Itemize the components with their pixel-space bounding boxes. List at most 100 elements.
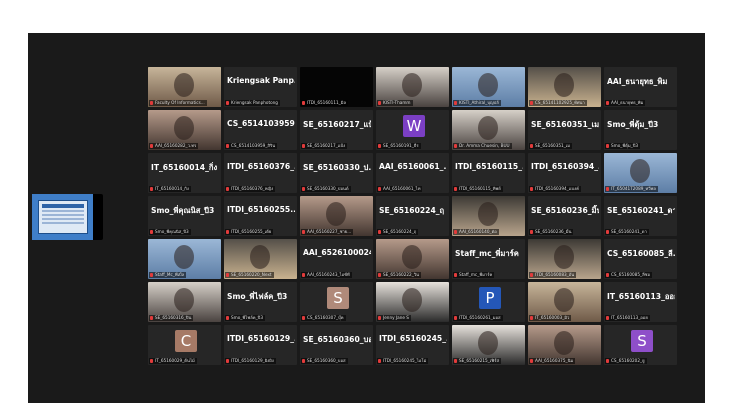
participant-tile[interactable]: IT_65160014_กิ่ง IT_65160014_กิ่ง — [148, 153, 221, 193]
participant-tile[interactable]: IT_65041T2089_ทวีพล — [604, 153, 677, 193]
muted-mic-icon — [150, 100, 153, 105]
participant-tile[interactable]: S CS_65160202_ยู — [604, 325, 677, 365]
participant-name-label: AAI_ธนายุทธ_พิม — [605, 100, 646, 106]
participant-display-name: Smo_พี่ตุ้ม_ปี3 — [607, 120, 659, 129]
participant-name-label: ITDI_65160083_อัน — [529, 272, 577, 278]
participant-display-name: Staff_mc_พี่มาร์ค — [455, 249, 519, 258]
participant-tile[interactable]: AAI_65160227_ชาย... — [300, 196, 373, 236]
participant-name-label: SE_65160220_Next — [225, 272, 274, 278]
participant-tile[interactable]: Faculty Of Informatics... — [148, 67, 221, 107]
muted-mic-icon — [454, 315, 457, 320]
participant-tile[interactable]: IT_65160113_ออย IT_65160113_ออย — [604, 282, 677, 322]
muted-mic-icon — [226, 229, 229, 234]
participant-tile[interactable]: ITDI_65160376_... ITDI_65160376_หญิง — [224, 153, 297, 193]
participant-label-text: SE_65160215_เฟิร์ส — [459, 358, 500, 363]
participant-tile[interactable]: W SE_65160191_ธีร — [376, 110, 449, 150]
participant-tile[interactable]: AAI_6526100024... AAI_65160243_ไอซ์ที — [300, 239, 373, 279]
muted-mic-icon — [378, 186, 381, 191]
participant-name-label: IT_65041T2089_ทวีพล — [605, 186, 658, 192]
participant-tile[interactable]: SE_65160360_บอส SE_65160360_บอส — [300, 325, 373, 365]
participant-tile[interactable]: Smo_พี่คุณนิส_ปี3 Smo_พี่คุณนิส_ปี3 — [148, 196, 221, 236]
participant-tile[interactable]: AAI_65160375_นิม — [528, 325, 601, 365]
participant-silhouette — [630, 159, 650, 183]
participant-tile[interactable]: SE_65160316_ปิ่น — [148, 282, 221, 322]
participant-tile[interactable]: SE_65160222_วิน — [376, 239, 449, 279]
participant-silhouette — [478, 331, 498, 355]
participant-tile[interactable]: ITDI_65160394_... ITDI_65160394_แบงค์ — [528, 153, 601, 193]
participant-name-label: AAI_65160243_ไอซ์ที — [301, 272, 352, 278]
participant-tile[interactable]: AAI_ธนายุทธ_พิม AAI_ธนายุทธ_พิม — [604, 67, 677, 107]
participant-tile[interactable]: SE_65160236_มิ้น SE_65160236_มิ้น — [528, 196, 601, 236]
participant-name-label: Smo_พี่คุณนิส_ปี3 — [149, 229, 191, 235]
muted-mic-icon — [606, 229, 609, 234]
participant-display-name: ITDI_65160245_... — [379, 334, 447, 343]
participant-tile[interactable]: Smo_พี่ตุ้ม_ปี3 Smo_พี่ตุ้ม_ปี3 — [604, 110, 677, 150]
participant-tile[interactable]: SE_65160224_ฤ SE_65160224_ฤ — [376, 196, 449, 236]
participant-tile[interactable]: SE_65160241_ดา SE_65160241_ดา — [604, 196, 677, 236]
participant-label-text: KISTI-Thamm — [383, 100, 411, 105]
participant-name-label: SE_65160351_เม — [529, 143, 572, 149]
participant-tile[interactable]: SE_65160217_แป้ง SE_65160217_แป้ง — [300, 110, 373, 150]
participant-tile[interactable]: Kriengsak Panp... Kriengsak Panphotong — [224, 67, 297, 107]
participant-label-text: SE_65160360_บอส — [307, 358, 346, 363]
muted-mic-icon — [454, 229, 457, 234]
participant-label-text: SE_65160351_เม — [535, 143, 570, 148]
participant-tile[interactable]: AAI_65160140_ต่อ — [452, 196, 525, 236]
participant-label-text: IT_65160003_มิว — [535, 315, 570, 320]
participant-tile[interactable]: CS_65160085_ลี... CS_65160085_ลีซอ — [604, 239, 677, 279]
participant-tile[interactable]: SE_65160220_Next — [224, 239, 297, 279]
participant-tile[interactable]: P ITDI_65160261_มอส — [452, 282, 525, 322]
participant-avatar-letter: C — [175, 330, 197, 352]
muted-mic-icon — [302, 315, 305, 320]
participant-name-label: AAI_65160282_ว.ทร — [149, 143, 199, 149]
participant-tile[interactable]: S CS_65160307_บุ๊ค — [300, 282, 373, 322]
participant-silhouette — [554, 73, 574, 97]
participant-silhouette — [174, 288, 194, 312]
participant-tile[interactable]: Staff_Mc_พี่เบิ้ล — [148, 239, 221, 279]
participant-display-name: ITDI_65160255... — [227, 205, 295, 214]
participant-tile[interactable]: ITDI_65160083_อัน — [528, 239, 601, 279]
participant-label-text: ITDI_65160111_มิล — [307, 100, 347, 105]
participant-name-label: Faculty Of Informatics... — [149, 100, 207, 106]
participant-tile[interactable]: ITDI_65160129_... ITDI_65160129_ผิงผิง — [224, 325, 297, 365]
participant-tile[interactable]: CS_6514103959... CS_6514103959_สิริน — [224, 110, 297, 150]
participant-tile[interactable]: Dr. Amma Chuesin, BUU — [452, 110, 525, 150]
participant-tile[interactable]: ITDI_65160255... ITDI_65160255_เต้ย — [224, 196, 297, 236]
participant-tile[interactable]: ITDI_65160115_... ITDI_65160115_ทิพย์ — [452, 153, 525, 193]
muted-mic-icon — [302, 100, 305, 105]
participant-label-text: IT_65160029_ต้นไม้ — [155, 358, 195, 363]
participant-name-label: ITDI_65160245_ไอโม่ — [377, 358, 429, 364]
muted-mic-icon — [606, 186, 609, 191]
participant-tile[interactable]: AAI_65160061_... AAI_65160061_ไท — [376, 153, 449, 193]
participant-tile[interactable]: KISTI_Athiral_บุญปลั — [452, 67, 525, 107]
participant-name-label: Staff_mc_พี่มาร์ค — [453, 272, 495, 278]
participant-tile[interactable]: Jenny Jane S — [376, 282, 449, 322]
muted-mic-icon — [606, 272, 609, 277]
participant-tile[interactable]: IT_65160003_มิว — [528, 282, 601, 322]
muted-mic-icon — [302, 229, 305, 234]
participant-tile[interactable]: ITDI_65160245_... ITDI_65160245_ไอโม่ — [376, 325, 449, 365]
participant-tile[interactable]: SE_65160351_เม SE_65160351_เม — [528, 110, 601, 150]
participant-display-name: ITDI_65160394_... — [531, 162, 599, 171]
shared-screen-thumbnail[interactable] — [32, 194, 103, 240]
participant-name-label: CS_65141102925_ทัศนา — [529, 100, 587, 106]
muted-mic-icon — [530, 143, 533, 148]
participant-tile[interactable]: AAI_65160282_ว.ทร — [148, 110, 221, 150]
participant-tile[interactable]: CS_65141102925_ทัศนา — [528, 67, 601, 107]
participant-tile[interactable]: C IT_65160029_ต้นไม้ — [148, 325, 221, 365]
participant-display-name: CS_65160085_ลี... — [607, 249, 675, 258]
participant-tile[interactable]: Staff_mc_พี่มาร์ค Staff_mc_พี่มาร์ค — [452, 239, 525, 279]
participant-tile[interactable]: SE_65160215_เฟิร์ส — [452, 325, 525, 365]
muted-mic-icon — [226, 186, 229, 191]
participant-name-label: SE_65160236_มิ้น — [529, 229, 574, 235]
participant-tile[interactable]: SE_65160330_ป... SE_65160330_ปอนด์ — [300, 153, 373, 193]
muted-mic-icon — [226, 315, 229, 320]
participant-label-text: AAI_65160243_ไอซ์ที — [307, 272, 350, 277]
participant-tile[interactable]: KISTI-Thamm — [376, 67, 449, 107]
participant-name-label: Jenny Jane S — [377, 315, 411, 321]
participant-name-label: ITDI_65160129_ผิงผิง — [225, 358, 276, 364]
participant-silhouette — [402, 73, 422, 97]
participant-tile[interactable]: Smo_พี่ไฟล์ค_ปี3 Smo_พี่ไฟล์ค_ปี3 — [224, 282, 297, 322]
muted-mic-icon — [226, 100, 229, 105]
participant-tile[interactable]: ITDI_65160111_มิล — [300, 67, 373, 107]
